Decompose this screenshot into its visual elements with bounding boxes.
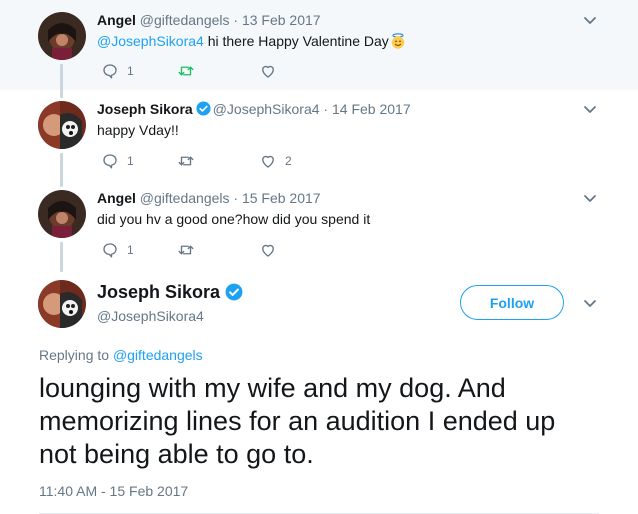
like-button[interactable] [259, 61, 285, 81]
avatar[interactable] [38, 101, 86, 149]
more-options-button[interactable] [582, 190, 598, 206]
like-button[interactable] [259, 240, 285, 260]
tweet-actions: 1 2 [97, 151, 297, 171]
author-handle[interactable]: @JosephSikora4 [97, 307, 204, 325]
verified-badge-icon [196, 101, 211, 116]
avatar[interactable] [38, 12, 86, 60]
replying-to-link[interactable]: @giftedangels [113, 347, 203, 363]
tweet-date[interactable]: 13 Feb 2017 [242, 12, 321, 28]
author-name[interactable]: Joseph Sikora [97, 101, 193, 117]
heart-icon [262, 244, 274, 257]
reply-count: 1 [127, 64, 134, 78]
chevron-down-icon [584, 17, 596, 24]
reply-icon [103, 243, 117, 258]
heart-icon [262, 155, 274, 168]
tweet-date[interactable]: 15 Feb 2017 [242, 190, 321, 206]
heart-icon [262, 65, 274, 78]
reply-button[interactable]: 1 [101, 61, 134, 81]
retweet-icon [178, 245, 194, 255]
author-name[interactable]: Angel [97, 12, 136, 28]
chevron-down-icon [584, 106, 596, 113]
tweet-text: happy Vday!! [97, 122, 179, 138]
replying-label: Replying to [39, 347, 110, 363]
tweet-header: Angel @giftedangels · 15 Feb 2017 [97, 189, 321, 207]
more-options-button[interactable] [582, 295, 598, 311]
tweet-body: hi there Happy Valentine Day [203, 33, 389, 49]
tweet-header: Joseph Sikora @JosephSikora4 · 14 Feb 201… [97, 100, 411, 118]
author-handle[interactable]: @giftedangels [140, 12, 230, 28]
separator-dot: · [323, 101, 329, 117]
smiling-face-with-halo-icon [390, 33, 406, 49]
chevron-down-icon [584, 195, 596, 202]
author-name-text: Joseph Sikora [97, 282, 221, 302]
tweet-header: Angel @giftedangels · 13 Feb 2017 [97, 11, 321, 29]
separator-dot: · [233, 190, 239, 206]
reply-tweet-1: Angel @giftedangels · 13 Feb 2017 @Josep… [0, 0, 638, 90]
tweet-date[interactable]: 14 Feb 2017 [332, 101, 411, 117]
author-name[interactable]: Angel [97, 190, 136, 206]
reply-count: 1 [127, 243, 134, 257]
reply-tweet-2: Joseph Sikora @JosephSikora4 · 14 Feb 201… [0, 90, 638, 179]
separator-dot: · [233, 12, 239, 28]
more-options-button[interactable] [582, 12, 598, 28]
retweet-button[interactable] [177, 151, 203, 171]
verified-badge-icon [225, 283, 243, 301]
main-tweet-text: lounging with my wife and my dog. And me… [39, 373, 556, 469]
chevron-down-icon [584, 300, 596, 307]
author-handle[interactable]: @giftedangels [140, 190, 230, 206]
mention-link[interactable]: @JosephSikora4 [97, 33, 204, 49]
like-button[interactable]: 2 [259, 151, 292, 171]
avatar[interactable] [38, 190, 86, 238]
retweet-button[interactable] [177, 240, 203, 260]
reply-count: 1 [127, 154, 134, 168]
retweet-icon [178, 156, 194, 166]
retweet-button[interactable] [177, 61, 203, 81]
tweet-actions: 1 [97, 61, 297, 81]
reply-button[interactable]: 1 [101, 240, 134, 260]
tweet-actions: 1 [97, 240, 297, 260]
reply-icon [103, 154, 117, 169]
reply-icon [103, 64, 117, 79]
like-count: 2 [285, 154, 292, 168]
reply-button[interactable]: 1 [101, 151, 134, 171]
tweet-text: did you hv a good one?how did you spend … [97, 211, 371, 227]
more-options-button[interactable] [582, 101, 598, 117]
retweet-icon [178, 66, 194, 76]
author-handle[interactable]: @JosephSikora4 [213, 101, 320, 117]
author-name[interactable]: Joseph Sikora [97, 281, 243, 303]
tweet-text: @JosephSikora4 hi there Happy Valentine … [97, 32, 406, 50]
replying-to: Replying to @giftedangels [39, 346, 203, 364]
tweet-timestamp[interactable]: 11:40 AM - 15 Feb 2017 [39, 482, 188, 500]
avatar[interactable] [38, 280, 86, 328]
follow-button[interactable]: Follow [460, 285, 564, 320]
reply-tweet-3: Angel @giftedangels · 15 Feb 2017 did yo… [0, 179, 638, 268]
